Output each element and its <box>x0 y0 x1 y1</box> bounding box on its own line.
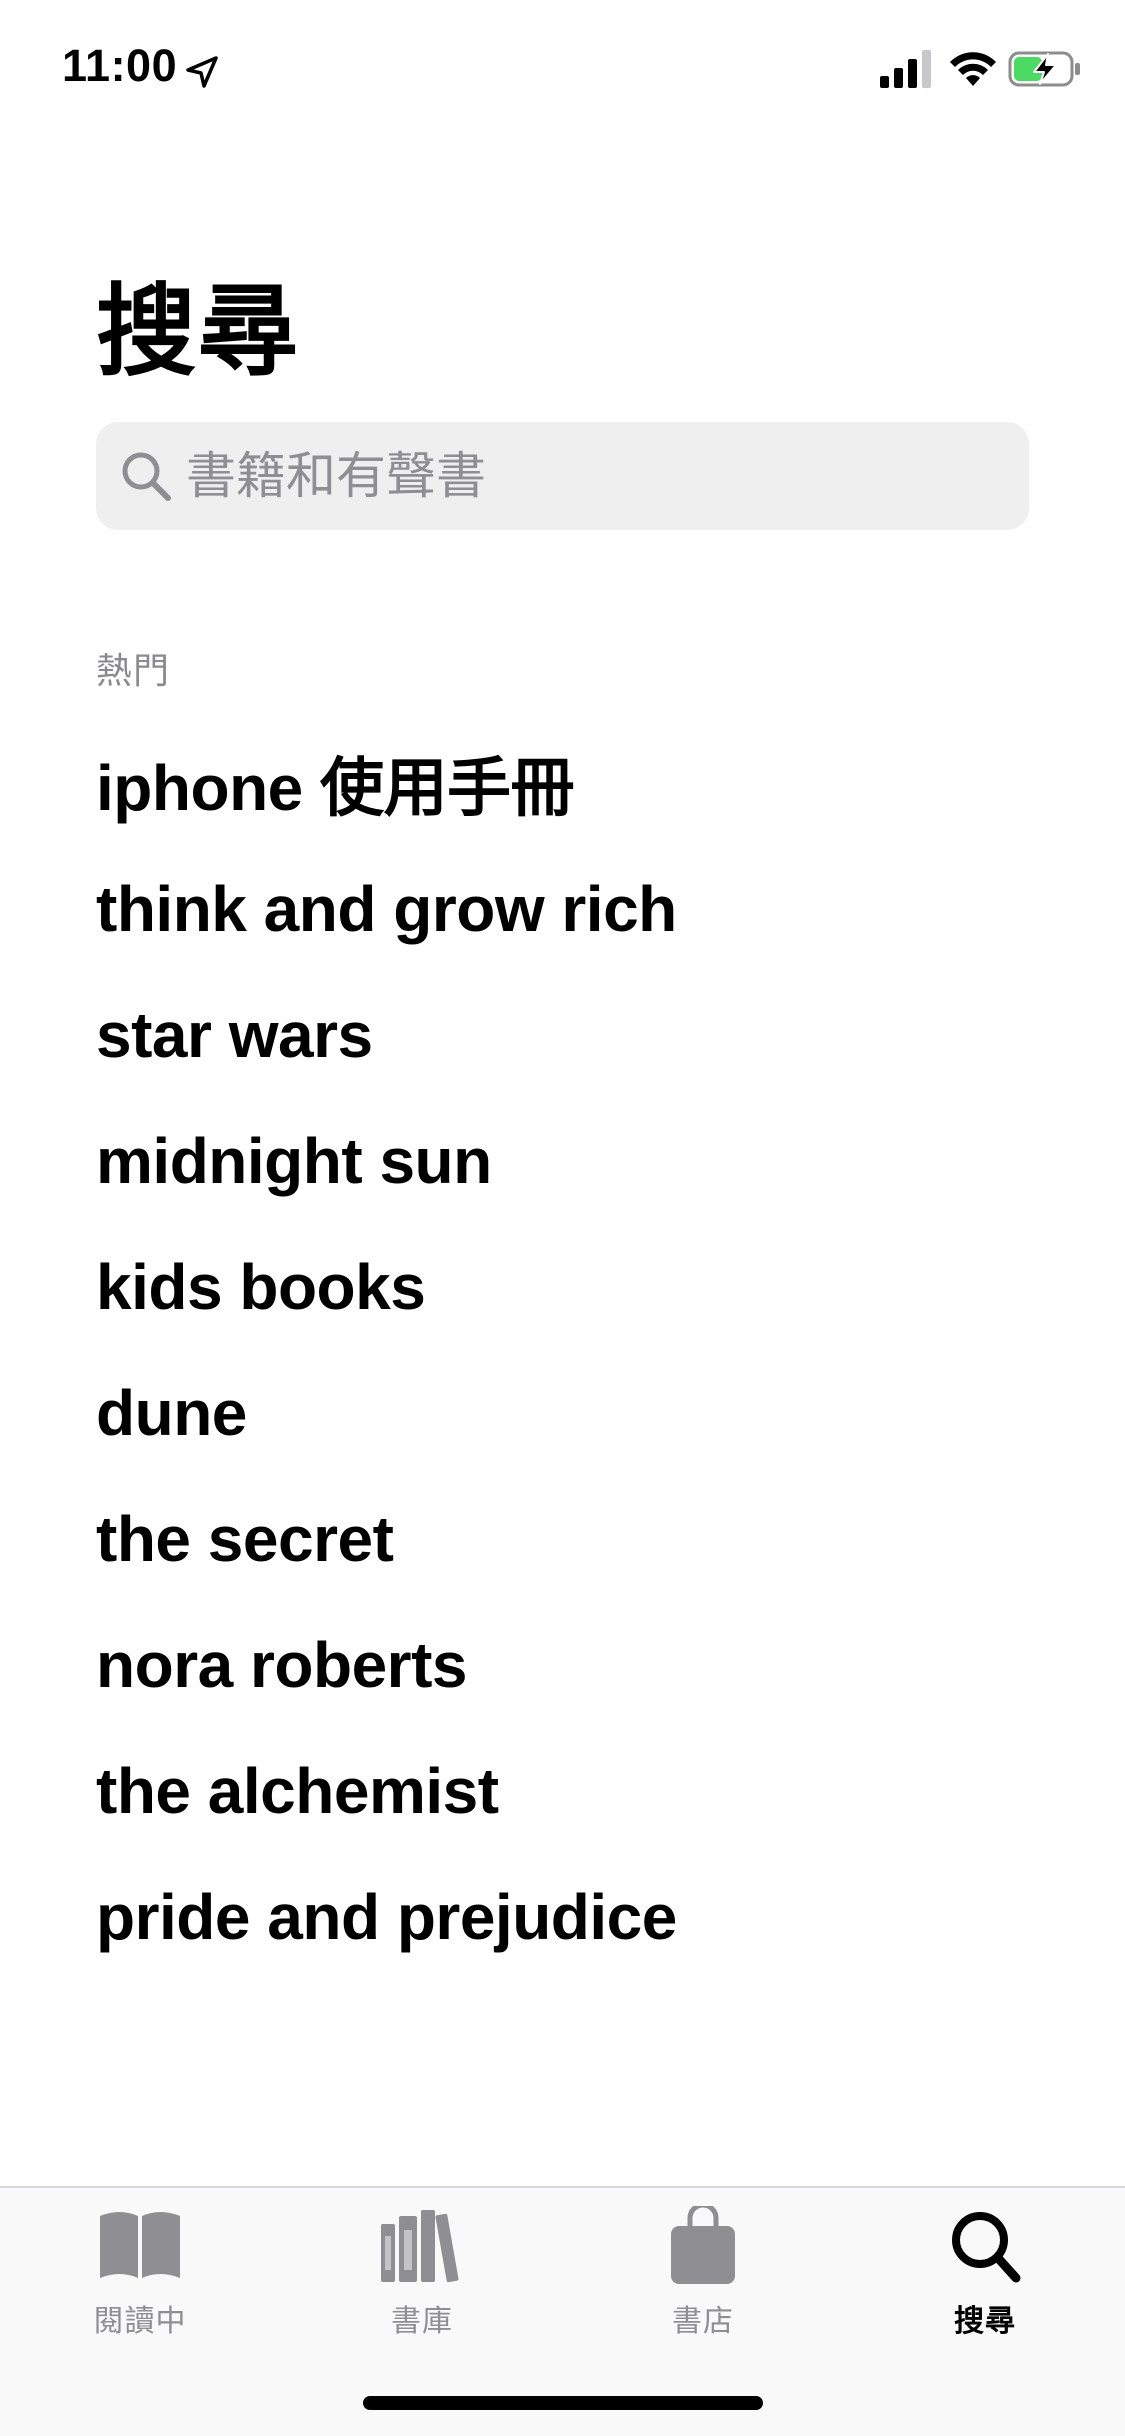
tab-search[interactable]: 搜尋 <box>885 2206 1085 2356</box>
trending-list: iphone 使用手冊 think and grow rich star war… <box>96 720 1076 1980</box>
trending-item[interactable]: pride and prejudice <box>96 1854 1076 1980</box>
home-indicator[interactable] <box>363 2396 763 2410</box>
tab-label: 書庫 <box>391 2305 453 2338</box>
trending-item[interactable]: midnight sun <box>96 1098 1076 1224</box>
search-bar[interactable] <box>96 422 1029 530</box>
search-input[interactable] <box>186 436 1006 516</box>
tab-label: 閱讀中 <box>93 2305 187 2338</box>
open-book-icon <box>100 2212 180 2278</box>
trending-item[interactable]: nora roberts <box>96 1602 1076 1728</box>
bag-icon <box>671 2206 735 2284</box>
trending-item[interactable]: dune <box>96 1350 1076 1476</box>
tab-label: 書店 <box>672 2305 734 2338</box>
location-arrow-icon <box>186 56 218 88</box>
page-title: 搜尋 <box>96 276 300 388</box>
trending-item[interactable]: the alchemist <box>96 1728 1076 1854</box>
search-screen: 11:00 搜尋 熱門 iph <box>0 0 1125 2436</box>
tab-reading-now[interactable]: 閱讀中 <box>40 2206 240 2356</box>
tab-book-store[interactable]: 書店 <box>603 2206 803 2356</box>
trending-item[interactable]: star wars <box>96 972 1076 1098</box>
battery-charging-icon <box>1008 51 1080 87</box>
tab-label: 搜尋 <box>954 2305 1016 2338</box>
trending-section-label: 熱門 <box>96 650 171 691</box>
tab-library[interactable]: 書庫 <box>322 2206 522 2356</box>
trending-item[interactable]: iphone 使用手冊 <box>96 720 1076 846</box>
cellular-signal-icon <box>880 50 931 88</box>
trending-item[interactable]: the secret <box>96 1476 1076 1602</box>
trending-item[interactable]: think and grow rich <box>96 846 1076 972</box>
wifi-icon <box>950 52 996 86</box>
status-time: 11:00 <box>62 40 178 91</box>
search-icon <box>122 452 171 501</box>
library-icon <box>381 2210 459 2283</box>
trending-item[interactable]: kids books <box>96 1224 1076 1350</box>
status-bar: 11:00 <box>0 0 1125 132</box>
search-icon <box>952 2212 1021 2283</box>
